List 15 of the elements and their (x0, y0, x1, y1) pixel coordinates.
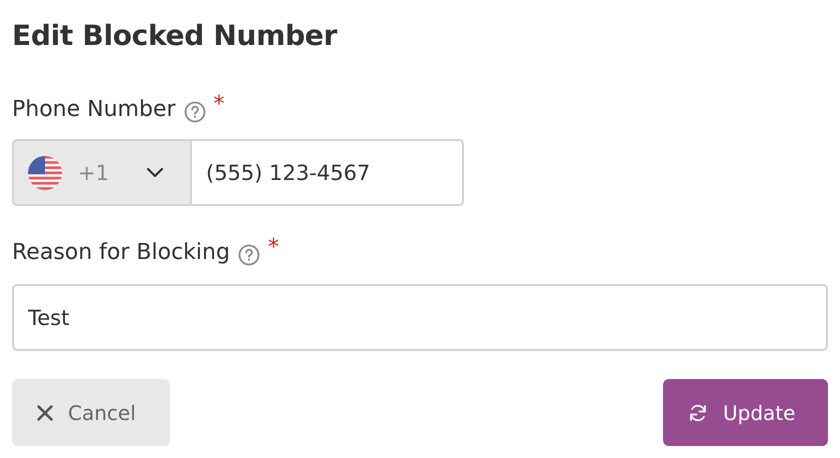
country-code-select[interactable]: +1 (12, 139, 192, 206)
cancel-button[interactable]: Cancel (12, 379, 170, 446)
form-title: Edit Blocked Number (12, 18, 338, 54)
help-icon[interactable] (238, 244, 260, 266)
field-label: Phone Number (12, 96, 176, 124)
field-label: Reason for Blocking (12, 239, 230, 267)
phone-input[interactable]: (555) 123-4567 (192, 139, 464, 206)
reason-input[interactable]: Test (12, 284, 828, 351)
chevron-down-icon (146, 166, 164, 178)
required-mark: * (214, 93, 225, 117)
required-mark: * (268, 236, 279, 260)
help-icon[interactable] (184, 101, 206, 123)
close-icon (36, 404, 54, 422)
flag-icon (28, 156, 62, 190)
update-button[interactable]: Update (663, 379, 828, 446)
